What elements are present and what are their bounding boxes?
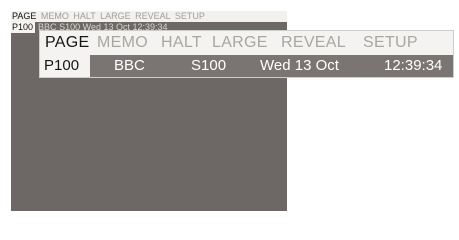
channel-name: BBC [114,57,145,74]
menu-item-memo[interactable]: MEMO [97,31,148,55]
small-menu-item-memo[interactable]: MEMO [41,11,69,21]
menu-item-reveal[interactable]: REVEAL [281,31,346,55]
menu-item-large[interactable]: LARGE [212,31,268,55]
date-display: Wed 13 Oct [260,57,339,74]
subpage-number: S100 [191,57,227,74]
small-menu-item-reveal[interactable]: REVEAL [135,11,170,21]
small-page-number: P100 [11,22,36,33]
zoom-info-bar: P100 BBC S100 Wed 13 Oct 12:39:34 [40,55,453,77]
small-menu-item-halt[interactable]: HALT [73,11,95,21]
clock-display: 12:39:34 [384,57,443,74]
menu-item-page[interactable]: PAGE [45,31,89,55]
small-menu-item-large[interactable]: LARGE [100,11,131,21]
small-menu-item-page[interactable]: PAGE [12,11,36,21]
small-menu-bar: PAGE MEMO HALT LARGE REVEAL SETUP [11,11,287,22]
menu-item-halt[interactable]: HALT [161,31,202,55]
zoomed-header: PAGE MEMO HALT LARGE REVEAL SETUP P100 B… [40,31,453,77]
page-number: P100 [40,55,90,77]
menu-item-setup[interactable]: SETUP [363,31,418,55]
small-menu-item-setup[interactable]: SETUP [175,11,205,21]
zoom-menu-bar: PAGE MEMO HALT LARGE REVEAL SETUP [40,31,453,56]
